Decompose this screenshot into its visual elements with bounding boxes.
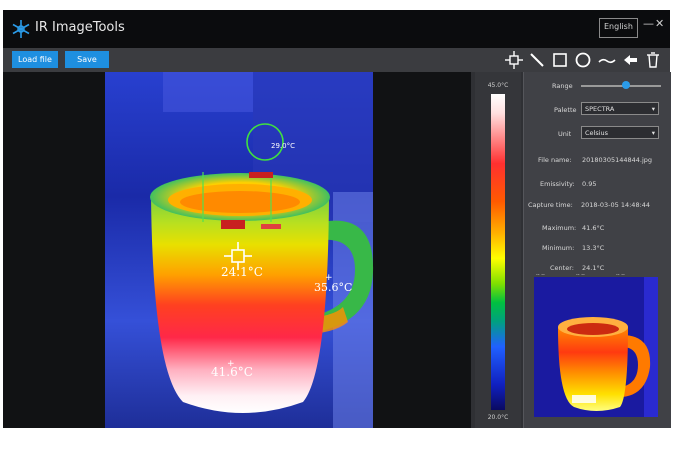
app-window: IR ImageTools English — ✕ Load file Save bbox=[3, 10, 671, 428]
info-value-center: 24.1°C bbox=[582, 264, 605, 272]
scale-max-label: 45.0°C bbox=[487, 82, 509, 89]
load-file-button[interactable]: Load file bbox=[12, 51, 58, 68]
thumbnail-preview[interactable] bbox=[534, 277, 658, 417]
undo-arrow-icon[interactable] bbox=[620, 50, 640, 70]
thermal-image-viewport[interactable]: + + 24.1°C 35.6°C 41.6°C 29.0°C bbox=[3, 72, 471, 428]
language-select[interactable]: English bbox=[599, 18, 638, 38]
info-value-maximum: 41.6°C bbox=[582, 224, 605, 232]
line-icon[interactable] bbox=[527, 50, 547, 70]
toolbar: Load file Save bbox=[3, 48, 670, 72]
save-button[interactable]: Save bbox=[65, 51, 109, 68]
color-scale-bar: 45.0°C 20.0°C bbox=[475, 72, 521, 428]
info-value-file-name: 20180305144844.jpg bbox=[582, 156, 653, 164]
info-label-emissivity: Emissivity: bbox=[540, 180, 575, 188]
info-value-capture-time: 2018-03-05 14:48:44 bbox=[581, 201, 651, 209]
center-point-temperature: 24.1°C bbox=[221, 265, 263, 279]
circle-area-label: 29.0°C bbox=[271, 142, 295, 150]
settings-panel: Range Palette SPECTRA ▾ Unit Celsius ▾ F… bbox=[523, 72, 671, 428]
info-label-file-name: File name: bbox=[538, 156, 572, 164]
info-label-capture-time: Capture time: bbox=[528, 201, 573, 209]
app-title: IR ImageTools bbox=[35, 20, 125, 35]
info-label-minimum: Minimum: bbox=[542, 244, 575, 252]
info-label-maximum: Maximum: bbox=[542, 224, 577, 232]
page-background bbox=[0, 428, 681, 462]
right-point-temperature: 35.6°C bbox=[314, 281, 353, 294]
range-label: Range bbox=[552, 82, 573, 90]
chevron-down-icon: ▾ bbox=[651, 129, 655, 137]
chevron-down-icon: ▾ bbox=[651, 105, 655, 113]
unit-label: Unit bbox=[558, 130, 572, 138]
trash-icon[interactable] bbox=[643, 50, 663, 70]
range-slider-handle[interactable] bbox=[622, 81, 630, 89]
info-label-center: Center: bbox=[550, 264, 574, 272]
palette-select[interactable]: SPECTRA ▾ bbox=[581, 102, 659, 115]
range-slider-track[interactable] bbox=[581, 85, 661, 87]
close-button[interactable]: ✕ bbox=[655, 17, 664, 30]
snowflake-logo-icon bbox=[12, 20, 30, 38]
curve-icon[interactable] bbox=[597, 50, 617, 70]
rectangle-icon[interactable] bbox=[550, 50, 570, 70]
scale-min-label: 20.0°C bbox=[487, 414, 509, 421]
palette-value: SPECTRA bbox=[585, 105, 615, 113]
unit-select[interactable]: Celsius ▾ bbox=[581, 126, 659, 139]
info-value-emissivity: 0.95 bbox=[582, 180, 597, 188]
palette-label: Palette bbox=[554, 106, 577, 114]
crosshair-icon[interactable] bbox=[504, 50, 524, 70]
info-value-minimum: 13.3°C bbox=[582, 244, 605, 252]
circle-icon[interactable] bbox=[573, 50, 593, 70]
color-gradient bbox=[491, 94, 505, 410]
unit-value: Celsius bbox=[585, 129, 609, 137]
minimize-button[interactable]: — bbox=[643, 17, 654, 30]
title-bar: IR ImageTools English — ✕ bbox=[3, 10, 670, 48]
bottom-point-temperature: 41.6°C bbox=[211, 365, 253, 379]
